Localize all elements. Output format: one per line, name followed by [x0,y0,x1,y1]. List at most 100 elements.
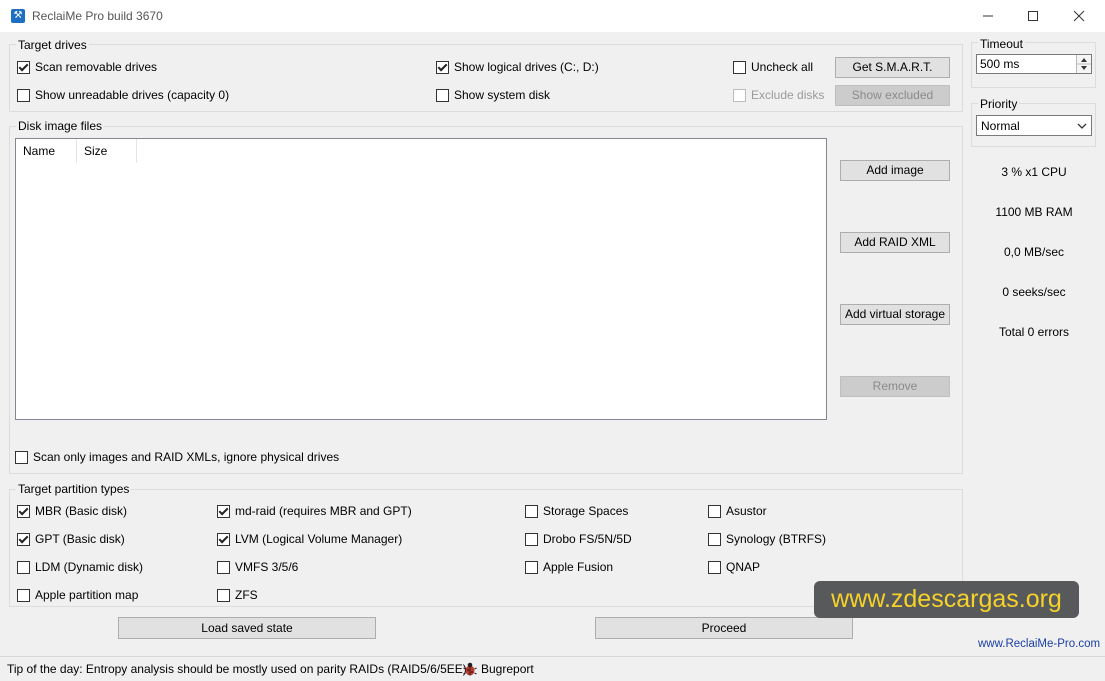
checkbox-label: md-raid (requires MBR and GPT) [235,504,412,518]
checkbox-box [525,560,538,574]
close-button[interactable] [1056,0,1102,32]
checkbox-box [15,450,28,464]
checkbox-label: Asustor [726,504,767,518]
column-header-size[interactable]: Size [77,139,137,163]
close-icon [1073,10,1085,22]
partition-synology-checkbox[interactable]: Synology (BTRFS) [708,532,826,546]
cpu-stat: 3 % x1 CPU [1001,165,1067,179]
scan-only-images-checkbox[interactable]: Scan only images and RAID XMLs, ignore p… [15,450,339,464]
get-smart-button[interactable]: Get S.M.A.R.T. [835,57,950,78]
column-header-name[interactable]: Name [16,139,77,163]
checkbox-box [217,588,230,602]
checkbox-label: Storage Spaces [543,504,629,518]
checkbox-label: MBR (Basic disk) [35,504,128,518]
checkbox-box [436,60,449,74]
proceed-button[interactable]: Proceed [595,617,853,639]
minimize-icon [983,15,993,17]
bug-icon [463,662,477,676]
priority-value: Normal [981,119,1020,133]
checkbox-box [708,532,721,546]
minimize-button[interactable] [965,0,1011,32]
checkbox-label: Scan only images and RAID XMLs, ignore p… [33,450,340,464]
partition-apple-fusion-checkbox[interactable]: Apple Fusion [525,560,613,574]
checkbox-label: GPT (Basic disk) [35,532,125,546]
bugreport-link[interactable]: Bugreport [481,662,534,676]
checkbox-box [708,560,721,574]
partition-asustor-checkbox[interactable]: Asustor [708,504,767,518]
partition-mbr-checkbox[interactable]: MBR (Basic disk) [17,504,127,518]
checkbox-box [17,588,30,602]
partition-types-title: Target partition types [16,482,132,496]
checkbox-box [525,504,538,518]
add-image-button[interactable]: Add image [840,160,950,181]
uncheck-all-checkbox[interactable]: Uncheck all [733,60,813,74]
spin-arrows-icon [1077,58,1091,70]
show-system-disk-checkbox[interactable]: Show system disk [436,88,550,102]
checkbox-box [525,532,538,546]
checkbox-box [17,560,30,574]
disk-image-files-title: Disk image files [16,119,105,133]
timeout-title: Timeout [978,37,1025,51]
checkbox-label: LDM (Dynamic disk) [35,560,144,574]
priority-title: Priority [978,97,1020,111]
checkbox-box [17,532,30,546]
partition-vmfs-checkbox[interactable]: VMFS 3/5/6 [217,560,298,574]
partition-storage-spaces-checkbox[interactable]: Storage Spaces [525,504,628,518]
partition-zfs-checkbox[interactable]: ZFS [217,588,258,602]
show-logical-checkbox[interactable]: Show logical drives (C:, D:) [436,60,599,74]
window-title: ReclaiMe Pro build 3670 [32,9,163,23]
errors-stat: Total 0 errors [998,325,1070,339]
partition-apple-map-checkbox[interactable]: Apple partition map [17,588,138,602]
exclude-disks-checkbox[interactable]: Exclude disks [733,88,824,102]
partition-qnap-checkbox[interactable]: QNAP [708,560,760,574]
maximize-icon [1028,11,1038,21]
checkbox-label: Scan removable drives [35,60,158,74]
checkbox-box [17,60,30,74]
show-excluded-button[interactable]: Show excluded [835,85,950,106]
partition-drobo-checkbox[interactable]: Drobo FS/5N/5D [525,532,632,546]
checkbox-box [17,504,30,518]
checkbox-label: Show unreadable drives (capacity 0) [35,88,230,102]
partition-ldm-checkbox[interactable]: LDM (Dynamic disk) [17,560,143,574]
app-icon: ⚒ [11,9,25,23]
disk-image-list[interactable]: Name Size [15,138,827,420]
checkbox-label: Uncheck all [751,60,814,74]
checkbox-label: Exclude disks [751,88,825,102]
website-link[interactable]: www.ReclaiMe-Pro.com [978,638,1100,650]
checkbox-label: Drobo FS/5N/5D [543,532,632,546]
load-saved-state-button[interactable]: Load saved state [118,617,376,639]
timeout-value: 500 ms [980,57,1020,71]
spin-buttons[interactable] [1076,55,1091,73]
speed-stat: 0,0 MB/sec [1003,245,1065,259]
checkbox-box [17,88,30,102]
status-bar: Tip of the day: Entropy analysis should … [0,656,1105,681]
checkbox-label: Apple partition map [35,588,139,602]
partition-gpt-checkbox[interactable]: GPT (Basic disk) [17,532,125,546]
checkbox-label: Show system disk [454,88,551,102]
partition-md-raid-checkbox[interactable]: md-raid (requires MBR and GPT) [217,504,412,518]
maximize-button[interactable] [1010,0,1056,32]
timeout-spinbox[interactable]: 500 ms [976,54,1092,74]
watermark-banner: www.zdescargas.org [814,581,1079,618]
checkbox-box [708,504,721,518]
checkbox-label: Apple Fusion [543,560,614,574]
ram-stat: 1100 MB RAM [995,205,1073,219]
checkbox-box [217,504,230,518]
checkbox-label: LVM (Logical Volume Manager) [235,532,403,546]
title-bar[interactable]: ⚒ ReclaiMe Pro build 3670 [0,0,1105,32]
checkbox-label: ZFS [235,588,258,602]
checkbox-box [217,532,230,546]
checkbox-box [733,60,746,74]
add-virtual-storage-button[interactable]: Add virtual storage [840,304,950,325]
scan-removable-checkbox[interactable]: Scan removable drives [17,60,157,74]
remove-button[interactable]: Remove [840,376,950,397]
checkbox-label: QNAP [726,560,761,574]
checkbox-box [436,88,449,102]
partition-lvm-checkbox[interactable]: LVM (Logical Volume Manager) [217,532,402,546]
show-unreadable-checkbox[interactable]: Show unreadable drives (capacity 0) [17,88,229,102]
tip-of-the-day: Tip of the day: Entropy analysis should … [7,662,471,676]
priority-select[interactable]: Normal [976,115,1092,136]
add-raid-xml-button[interactable]: Add RAID XML [840,232,950,253]
checkbox-box [733,88,746,102]
checkbox-label: VMFS 3/5/6 [235,560,299,574]
